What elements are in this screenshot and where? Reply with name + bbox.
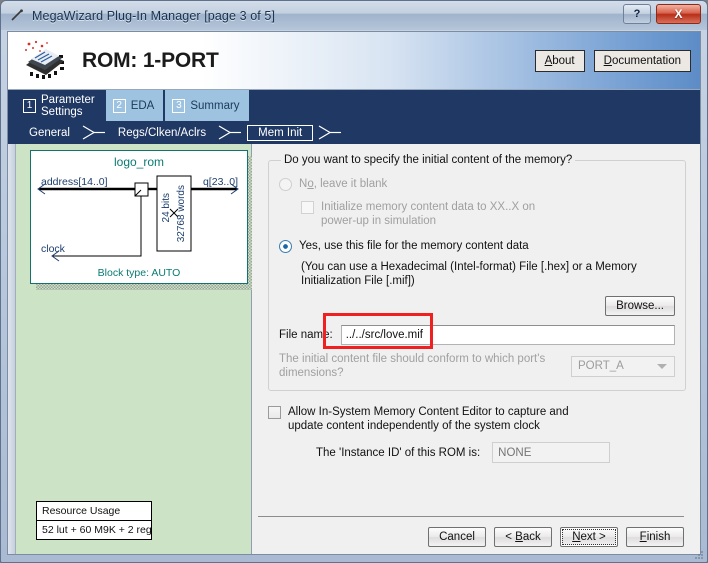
footer-buttons: Cancel < Back Next > Finish bbox=[252, 527, 686, 547]
resource-usage-value: 52 lut + 60 M9K + 2 reg bbox=[42, 524, 152, 536]
tab-number: 3 bbox=[172, 98, 186, 113]
instance-id-input[interactable] bbox=[492, 442, 611, 463]
cancel-button[interactable]: Cancel bbox=[428, 527, 486, 547]
instance-id-row: The 'Instance ID' of this ROM is: bbox=[316, 442, 686, 463]
tab-eda[interactable]: 2 EDA bbox=[105, 90, 164, 121]
resource-usage-heading: Resource Usage bbox=[37, 502, 151, 521]
title-bar: MegaWizard Plug-In Manager [page 3 of 5]… bbox=[1, 1, 707, 30]
body: logo_rom address[14..0] q[23..0] clock 2… bbox=[8, 144, 700, 554]
window-title: MegaWizard Plug-In Manager [page 3 of 5] bbox=[32, 8, 276, 23]
radio-no-leave-blank[interactable]: No, leave it blank bbox=[279, 177, 675, 191]
header-buttons: About Documentation bbox=[534, 49, 700, 72]
finish-button[interactable]: Finish bbox=[626, 527, 684, 547]
footer: Cancel < Back Next > Finish bbox=[252, 516, 686, 547]
file-name-label: File name: bbox=[279, 329, 333, 341]
help-button[interactable]: ? bbox=[623, 4, 651, 24]
memory-init-group: Do you want to specify the initial conte… bbox=[268, 154, 686, 391]
file-name-row: File name: bbox=[279, 313, 675, 349]
file-name-input[interactable] bbox=[340, 325, 675, 345]
diagram-input-port: address[14..0] bbox=[41, 176, 108, 188]
radio-no-leave-blank-label: No, leave it blank bbox=[299, 178, 388, 190]
product-header: ROM: 1-PORT About Documentation bbox=[8, 32, 700, 90]
subtab-general[interactable]: General bbox=[22, 126, 77, 140]
resize-grip[interactable] bbox=[692, 548, 704, 560]
port-dimension-value: PORT_A bbox=[578, 360, 624, 372]
tab-parameter-settings[interactable]: 1 Parameter Settings bbox=[16, 90, 104, 121]
subtab-regs-clken-aclrs[interactable]: Regs/Clken/Aclrs bbox=[111, 126, 213, 140]
settings-pane: Do you want to specify the initial conte… bbox=[252, 144, 700, 554]
diagram-mem-width: 24 bits bbox=[161, 193, 172, 223]
tab-number: 1 bbox=[23, 98, 36, 113]
main-tab-strip: 1 Parameter Settings 2 EDA 3 Summary bbox=[8, 90, 700, 121]
checkbox-icon[interactable] bbox=[268, 406, 281, 419]
checkbox-insystem-editor[interactable]: Allow In-System Memory Content Editor to… bbox=[268, 405, 686, 433]
documentation-button[interactable]: Documentation bbox=[593, 49, 691, 72]
altera-chip-logo-icon bbox=[20, 39, 72, 83]
footer-separator bbox=[258, 516, 684, 517]
preview-scrollbar[interactable] bbox=[8, 144, 16, 554]
block-diagram: logo_rom address[14..0] q[23..0] clock 2… bbox=[30, 150, 248, 284]
file-format-hint-text: (You can use a Hexadecimal (Intel-format… bbox=[301, 261, 637, 287]
conform-row: The initial content file should conform … bbox=[279, 352, 675, 380]
file-format-hint: (You can use a Hexadecimal (Intel-format… bbox=[301, 260, 675, 288]
checkbox-initialize-xx[interactable]: Initialize memory content data to XX..X … bbox=[301, 200, 675, 228]
radio-icon[interactable] bbox=[279, 240, 292, 253]
checkbox-insystem-editor-label: Allow In-System Memory Content Editor to… bbox=[288, 406, 569, 432]
browse-row: Browse... bbox=[279, 296, 675, 316]
back-button[interactable]: < Back bbox=[494, 527, 552, 547]
close-button[interactable]: X bbox=[656, 4, 701, 24]
tab-label: EDA bbox=[130, 99, 155, 112]
tab-label: Summary bbox=[190, 99, 240, 112]
about-button[interactable]: About bbox=[534, 49, 585, 72]
page-title: ROM: 1-PORT bbox=[82, 48, 219, 72]
browse-button[interactable]: Browse... bbox=[605, 296, 675, 316]
tab-summary[interactable]: 3 Summary bbox=[165, 90, 249, 121]
subtab-mem-init[interactable]: Mem Init bbox=[247, 124, 314, 141]
preview-pane: logo_rom address[14..0] q[23..0] clock 2… bbox=[8, 144, 254, 554]
subtab-label: Regs/Clken/Aclrs bbox=[117, 126, 207, 139]
client-area: ROM: 1-PORT About Documentation 1 Parame… bbox=[7, 31, 701, 555]
chevron-right-icon bbox=[217, 124, 243, 141]
wand-icon bbox=[9, 8, 25, 24]
instance-id-label: The 'Instance ID' of this ROM is: bbox=[316, 446, 481, 459]
about-label: About bbox=[544, 54, 575, 67]
documentation-label: Documentation bbox=[603, 54, 681, 67]
memory-init-legend: Do you want to specify the initial conte… bbox=[284, 154, 573, 166]
diagram-output-port: q[23..0] bbox=[202, 176, 238, 188]
checkbox-initialize-xx-label: Initialize memory content data to XX..X … bbox=[321, 201, 536, 227]
radio-icon[interactable] bbox=[279, 178, 292, 191]
diagram-block-type: Block type: AUTO bbox=[97, 267, 181, 279]
conform-label: The initial content file should conform … bbox=[279, 353, 546, 379]
chevron-right-icon bbox=[81, 124, 107, 141]
subtab-label: Mem Init bbox=[247, 124, 314, 141]
resource-usage-box: Resource Usage 52 lut + 60 M9K + 2 reg bbox=[36, 501, 152, 540]
tab-label: Parameter Settings bbox=[41, 93, 95, 118]
port-dimension-select[interactable]: PORT_A bbox=[571, 355, 675, 377]
diagram-mem-depth: 32768 words bbox=[176, 185, 187, 243]
next-button[interactable]: Next > bbox=[560, 527, 618, 547]
subtab-label: General bbox=[29, 126, 70, 139]
radio-yes-use-file-label: Yes, use this file for the memory conten… bbox=[299, 240, 529, 252]
radio-yes-use-file[interactable]: Yes, use this file for the memory conten… bbox=[279, 239, 675, 253]
chevron-right-icon bbox=[317, 124, 343, 141]
megawizard-window: MegaWizard Plug-In Manager [page 3 of 5]… bbox=[0, 0, 708, 563]
tab-number: 2 bbox=[112, 98, 126, 113]
diagram-clock-port: clock bbox=[41, 243, 65, 255]
checkbox-icon[interactable] bbox=[301, 201, 314, 214]
sub-tab-strip: General Regs/Clken/Aclrs Mem Init bbox=[8, 121, 700, 144]
chevron-down-icon bbox=[657, 363, 667, 369]
